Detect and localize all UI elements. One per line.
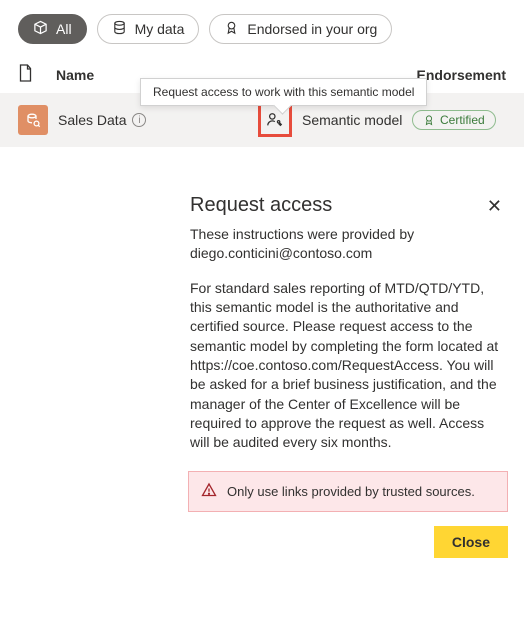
- filter-all-label: All: [56, 21, 72, 37]
- endorsement-label: Certified: [440, 113, 485, 127]
- file-icon: [18, 64, 56, 85]
- filter-my-data-label: My data: [135, 21, 185, 37]
- warning-banner: Only use links provided by trusted sourc…: [188, 471, 508, 512]
- database-icon: [112, 20, 127, 38]
- dataset-icon: [18, 105, 48, 135]
- filter-endorsed[interactable]: Endorsed in your org: [209, 14, 392, 44]
- filter-bar: All My data Endorsed in your org: [0, 0, 524, 54]
- row-name-cell: Sales Data i: [58, 112, 258, 128]
- close-button[interactable]: Close: [434, 526, 508, 558]
- provided-by-email: diego.conticini@contoso.com: [190, 245, 372, 261]
- provided-by-text: These instructions were provided by: [190, 226, 414, 242]
- ribbon-icon: [224, 20, 239, 38]
- dialog-title: Request access: [190, 194, 332, 217]
- request-access-dialog: Request access ✕ These instructions were…: [188, 188, 508, 558]
- warning-text: Only use links provided by trusted sourc…: [227, 484, 475, 499]
- tooltip-text: Request access to work with this semanti…: [153, 85, 414, 99]
- dialog-provided-by: These instructions were provided by dieg…: [188, 223, 508, 279]
- filter-all[interactable]: All: [18, 14, 87, 44]
- filter-endorsed-label: Endorsed in your org: [247, 21, 377, 37]
- endorsement-badge: Certified: [412, 110, 496, 130]
- row-type: Semantic model: [302, 112, 412, 128]
- dialog-body: For standard sales reporting of MTD/QTD/…: [188, 279, 508, 471]
- cube-icon: [33, 20, 48, 38]
- row-name: Sales Data: [58, 112, 126, 128]
- info-icon[interactable]: i: [132, 113, 146, 127]
- tooltip: Request access to work with this semanti…: [140, 78, 427, 106]
- close-icon[interactable]: ✕: [483, 194, 506, 219]
- filter-my-data[interactable]: My data: [97, 14, 200, 44]
- warning-icon: [201, 482, 217, 501]
